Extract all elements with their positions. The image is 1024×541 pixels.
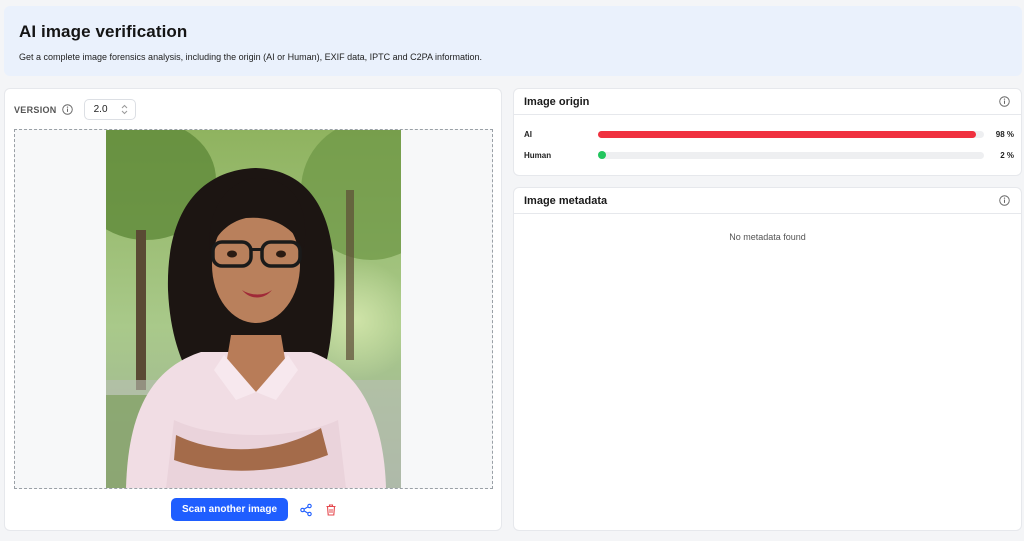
uploaded-photo [106,130,401,488]
trash-icon[interactable] [324,503,338,517]
image-metadata-title: Image metadata [524,194,608,207]
origin-percent: 2 % [1000,150,1014,160]
page-subtitle: Get a complete image forensics analysis,… [19,52,483,62]
image-origin-header: Image origin [514,89,1021,115]
image-origin-panel: Image origin AI 98 % Human 2 % [513,88,1022,176]
origin-bar-track [598,130,984,138]
image-actions: Scan another image [171,498,338,521]
version-row: VERSION 2.0 [14,99,136,120]
origin-row-human: Human 2 % [524,149,1014,161]
page-header: AI image verification Get a complete ima… [4,6,1022,76]
info-icon[interactable] [999,195,1010,206]
image-panel: VERSION 2.0 Scan another image [4,88,502,531]
no-metadata-message: No metadata found [729,232,806,242]
origin-row-ai: AI 98 % [524,128,1014,140]
updown-chevron-icon [121,104,128,115]
origin-bar-track [598,151,984,159]
image-origin-title: Image origin [524,95,590,108]
image-preview-frame [14,129,493,489]
version-select[interactable]: 2.0 [83,99,136,120]
scan-another-image-button[interactable]: Scan another image [171,498,289,521]
version-label: VERSION [14,104,57,115]
image-metadata-panel: Image metadata No metadata found [513,187,1022,531]
origin-label: AI [524,129,532,139]
origin-bar-fill-ai [598,130,977,138]
info-icon[interactable] [999,96,1010,107]
version-value: 2.0 [93,104,108,115]
origin-label: Human [524,150,552,160]
origin-bar-fill-human [598,151,606,159]
image-metadata-header: Image metadata [514,188,1021,214]
share-icon[interactable] [299,503,313,517]
info-icon[interactable] [61,104,73,115]
page-title: AI image verification [19,22,188,41]
origin-percent: 98 % [995,129,1014,139]
